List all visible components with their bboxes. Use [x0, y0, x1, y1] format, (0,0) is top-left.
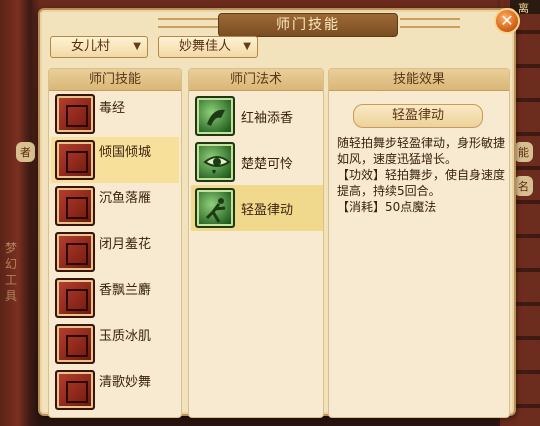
- effect-skill-name: 轻盈律动: [353, 104, 483, 128]
- school-dropdown[interactable]: 妙舞佳人 ▼: [158, 36, 258, 58]
- skills-column: 师门技能 毒经 倾国倾城 沉鱼落雁 闭月羞花 香飘兰麝 玉质冰肌 清歌妙舞: [48, 68, 182, 418]
- background-pill-right: 能: [514, 142, 533, 162]
- sect-skills-panel: 师门技能 女儿村 ▼ 妙舞佳人 ▼ 师门技能 毒经 倾国倾城 沉鱼落雁 闭月羞花…: [38, 8, 516, 418]
- spell-label: 红袖添香: [241, 111, 294, 126]
- skill-label: 玉质冰肌: [99, 329, 152, 344]
- skill-label: 清歌妙舞: [99, 375, 152, 390]
- title-ornament-right: [400, 18, 460, 28]
- skill-row[interactable]: 玉质冰肌: [51, 321, 179, 367]
- song-dance-icon: [55, 370, 95, 410]
- jade-skin-icon: [55, 324, 95, 364]
- effect-column: 技能效果 轻盈律动 随轻拍舞步轻盈律动，身形敏捷如风，速度迅猛增长。 【功效】轻…: [328, 68, 510, 418]
- skills-column-header: 师门技能: [49, 69, 181, 91]
- effect-column-header: 技能效果: [329, 69, 509, 91]
- spell-row[interactable]: 红袖添香: [191, 93, 323, 139]
- close-icon: ✕: [500, 11, 514, 30]
- tearful-eye-icon: [195, 142, 235, 182]
- effect-description-block: 随轻拍舞步轻盈律动，身形敏捷如风，速度迅猛增长。 【功效】轻拍舞步，使自身速度提…: [337, 135, 505, 215]
- spells-column: 师门法术 红袖添香 楚楚可怜 轻盈律动: [188, 68, 324, 418]
- skill-row[interactable]: 闭月羞花: [51, 229, 179, 275]
- spell-label: 楚楚可怜: [241, 157, 294, 172]
- school-dropdown-value: 妙舞佳人: [179, 39, 232, 54]
- dancing-figure-icon: [195, 188, 235, 228]
- fragrance-icon: [55, 278, 95, 318]
- spell-row-selected[interactable]: 轻盈律动: [191, 185, 323, 231]
- title-ornament-left: [158, 18, 218, 28]
- effect-description: 随轻拍舞步轻盈律动，身形敏捷如风，速度迅猛增长。: [337, 136, 506, 166]
- spell-row[interactable]: 楚楚可怜: [191, 139, 323, 185]
- spell-label: 轻盈律动: [241, 203, 294, 218]
- skill-row[interactable]: 沉鱼落雁: [51, 183, 179, 229]
- close-button[interactable]: ✕: [494, 8, 520, 34]
- skill-row[interactable]: 毒经: [51, 91, 179, 137]
- skill-label: 毒经: [99, 101, 126, 116]
- skill-row[interactable]: 香飘兰麝: [51, 275, 179, 321]
- skill-label: 沉鱼落雁: [99, 191, 152, 206]
- background-pill-left: 者: [16, 142, 35, 162]
- sect-dropdown[interactable]: 女儿村 ▼: [50, 36, 148, 58]
- red-sleeve-icon: [195, 96, 235, 136]
- effect-function-line: 【功效】轻拍舞步，使自身速度提高，持续5回合。: [337, 168, 506, 198]
- skill-label: 闭月羞花: [99, 237, 152, 252]
- chevron-down-icon: ▼: [133, 41, 141, 52]
- skill-label: 倾国倾城: [99, 145, 152, 160]
- background-pill-right-2: 名: [514, 176, 533, 196]
- background-left-vertical-text: 梦幻工具: [4, 241, 17, 303]
- fish-goose-icon: [55, 186, 95, 226]
- poison-scripture-icon: [55, 94, 95, 134]
- beauty-icon: [55, 140, 95, 180]
- panel-title: 师门技能: [218, 13, 398, 37]
- skill-row-selected[interactable]: 倾国倾城: [51, 137, 179, 183]
- skill-row[interactable]: 清歌妙舞: [51, 367, 179, 413]
- spells-column-header: 师门法术: [189, 69, 323, 91]
- moon-flower-icon: [55, 232, 95, 272]
- chevron-down-icon: ▼: [243, 41, 251, 52]
- effect-cost-line: 【消耗】50点魔法: [337, 200, 437, 214]
- skill-label: 香飘兰麝: [99, 283, 152, 298]
- sect-dropdown-value: 女儿村: [71, 39, 111, 54]
